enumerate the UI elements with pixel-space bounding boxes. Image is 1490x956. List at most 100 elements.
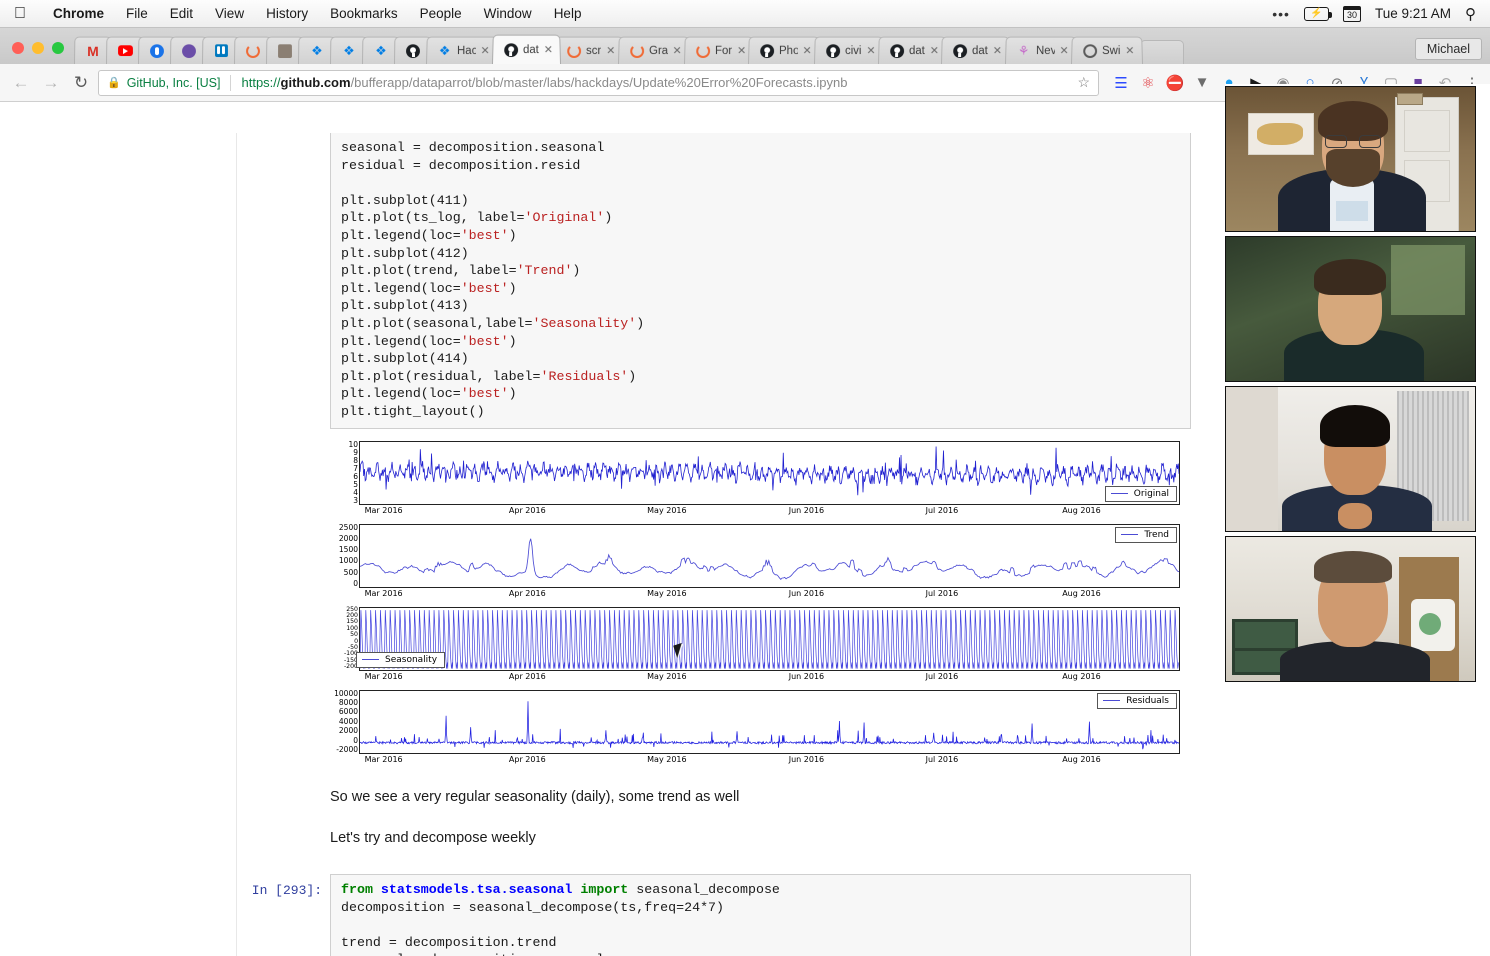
subplot-residuals-yaxis: 10000 8000 6000 4000 2000 0 -2000 — [330, 690, 358, 754]
close-tab-icon[interactable]: ✕ — [480, 44, 489, 57]
participant-torso — [1280, 641, 1430, 681]
tab-swi[interactable]: Swi ✕ — [1071, 37, 1143, 64]
buffer-icon[interactable]: ☰ — [1111, 73, 1131, 93]
calendar-icon[interactable]: 30 — [1343, 6, 1361, 22]
code-line-import: from statsmodels.tsa.seasonal import sea… — [341, 882, 780, 897]
star-icon[interactable]: ☆ — [1077, 74, 1090, 91]
xtick: Jun 2016 — [789, 755, 824, 764]
opera-red-icon[interactable]: ⚛ — [1138, 73, 1158, 93]
ellipsis-icon[interactable]: ••• — [1272, 6, 1290, 22]
xtick: Mar 2016 — [365, 755, 403, 764]
close-tab-icon[interactable]: ✕ — [993, 44, 1002, 57]
tab-for[interactable]: For ✕ — [684, 37, 754, 64]
tab-label: civi — [845, 45, 862, 57]
tab-dat-active[interactable]: dat ✕ — [492, 35, 561, 64]
close-tab-icon[interactable]: ✕ — [1059, 44, 1068, 57]
video-tile-participant-3[interactable] — [1225, 386, 1476, 532]
tab-dat-3[interactable]: dat ✕ — [941, 37, 1010, 64]
pink-flask-icon: ⚘ — [1016, 43, 1031, 58]
xtick: Apr 2016 — [509, 506, 546, 515]
tab-label: dat — [523, 44, 539, 56]
tab-label: Gra — [649, 45, 668, 57]
subplot-residuals: 10000 8000 6000 4000 2000 0 -2000 Residu… — [330, 690, 1180, 754]
tab-dat-2[interactable]: dat ✕ — [878, 37, 947, 64]
maximize-window-button[interactable] — [52, 42, 64, 54]
legend-label: Residuals — [1126, 696, 1169, 706]
close-window-button[interactable] — [12, 42, 24, 54]
orange-spinner-icon — [629, 43, 644, 58]
close-tab-icon[interactable]: ✕ — [737, 44, 746, 57]
notebook-content: seasonal = decomposition.seasonal residu… — [237, 133, 1250, 956]
tab-civi[interactable]: civi ✕ — [814, 37, 884, 64]
page-left-gutter — [0, 133, 237, 956]
menu-edit[interactable]: Edit — [159, 6, 204, 21]
close-tab-icon[interactable]: ✕ — [867, 44, 876, 57]
back-arrow-icon[interactable]: ← — [8, 70, 34, 96]
participant-hair — [1320, 405, 1390, 447]
video-tile-participant-2[interactable] — [1225, 236, 1476, 382]
ytick: 6000 — [339, 708, 358, 716]
menu-file[interactable]: File — [115, 6, 159, 21]
menu-bookmarks[interactable]: Bookmarks — [319, 6, 409, 21]
legend-swatch — [362, 659, 379, 660]
tab-nev[interactable]: ⚘ Nev ✕ — [1005, 37, 1077, 64]
padlock-icon: 🔒 — [107, 76, 121, 89]
adblock-icon[interactable]: ⛔ — [1165, 73, 1185, 93]
ytick: 8 — [353, 457, 358, 465]
menu-people[interactable]: People — [409, 6, 473, 21]
close-tab-icon[interactable]: ✕ — [1125, 44, 1134, 57]
xtick: Jul 2016 — [926, 589, 959, 598]
legend-residuals: Residuals — [1097, 693, 1177, 709]
code-line-plot-original: plt.plot(ts_log, label='Original') — [341, 210, 612, 225]
xtick: Apr 2016 — [509, 755, 546, 764]
menu-help[interactable]: Help — [543, 6, 593, 21]
spotlight-search-icon[interactable]: ⚲ — [1465, 5, 1476, 23]
close-tab-icon[interactable]: ✕ — [803, 44, 812, 57]
trello-icon — [214, 43, 229, 58]
tab-label: Swi — [1102, 45, 1120, 57]
tab-pho[interactable]: Pho ✕ — [748, 37, 820, 64]
video-tile-participant-1[interactable] — [1225, 86, 1476, 232]
subplot-seasonality-axes — [359, 607, 1180, 671]
new-tab-button[interactable] — [1140, 40, 1184, 64]
code-cell-top-source[interactable]: seasonal = decomposition.seasonal residu… — [330, 133, 1191, 429]
ytick: 0 — [353, 580, 358, 588]
tab-gra[interactable]: Gra ✕ — [618, 37, 690, 64]
code-cell-top: seasonal = decomposition.seasonal residu… — [237, 133, 1250, 429]
menu-view[interactable]: View — [204, 6, 255, 21]
gmail-icon: M — [86, 43, 101, 58]
profile-button[interactable]: Michael — [1415, 38, 1482, 60]
close-tab-icon[interactable]: ✕ — [544, 43, 553, 56]
tab-label: scr — [586, 45, 601, 57]
bag-shape — [1411, 599, 1455, 651]
video-tile-participant-4[interactable] — [1225, 536, 1476, 682]
dropbox-icon: ❖ — [374, 43, 389, 58]
apple-logo-icon[interactable]:  — [14, 6, 26, 22]
code-cell-bottom-source[interactable]: from statsmodels.tsa.seasonal import sea… — [330, 874, 1191, 956]
minimize-window-button[interactable] — [32, 42, 44, 54]
tab-hac[interactable]: ❖ Hac ✕ — [426, 37, 498, 64]
menu-bar-clock[interactable]: Tue 9:21 AM — [1375, 6, 1451, 21]
close-tab-icon[interactable]: ✕ — [930, 44, 939, 57]
ytick: 8000 — [339, 699, 358, 707]
menu-chrome[interactable]: Chrome — [42, 6, 115, 21]
close-tab-icon[interactable]: ✕ — [606, 44, 615, 57]
address-bar[interactable]: 🔒 GitHub, Inc. [US] https://github.com/b… — [98, 70, 1099, 96]
dropbox-icon: ❖ — [342, 43, 357, 58]
subplot-residuals-axes — [359, 690, 1180, 754]
legend-trend: Trend — [1115, 527, 1177, 543]
battery-charging-icon[interactable]: ⚡ — [1304, 7, 1329, 21]
close-tab-icon[interactable]: ✕ — [672, 44, 681, 57]
tab-label: Pho — [779, 45, 798, 57]
video-call-panel[interactable] — [1225, 84, 1490, 694]
xtick: Apr 2016 — [509, 589, 546, 598]
tab-scr[interactable]: scr ✕ — [555, 37, 624, 64]
xtick: Aug 2016 — [1062, 506, 1101, 515]
forward-arrow-icon[interactable]: → — [38, 70, 64, 96]
menu-window[interactable]: Window — [473, 6, 543, 21]
code-line-plot-residual: plt.plot(residual, label='Residuals') — [341, 369, 636, 384]
lastpass-icon[interactable]: ▼ — [1192, 73, 1212, 93]
markdown-cell-1: So we see a very regular seasonality (da… — [237, 773, 1250, 809]
menu-history[interactable]: History — [255, 6, 319, 21]
reload-icon[interactable]: ↻ — [68, 70, 94, 96]
